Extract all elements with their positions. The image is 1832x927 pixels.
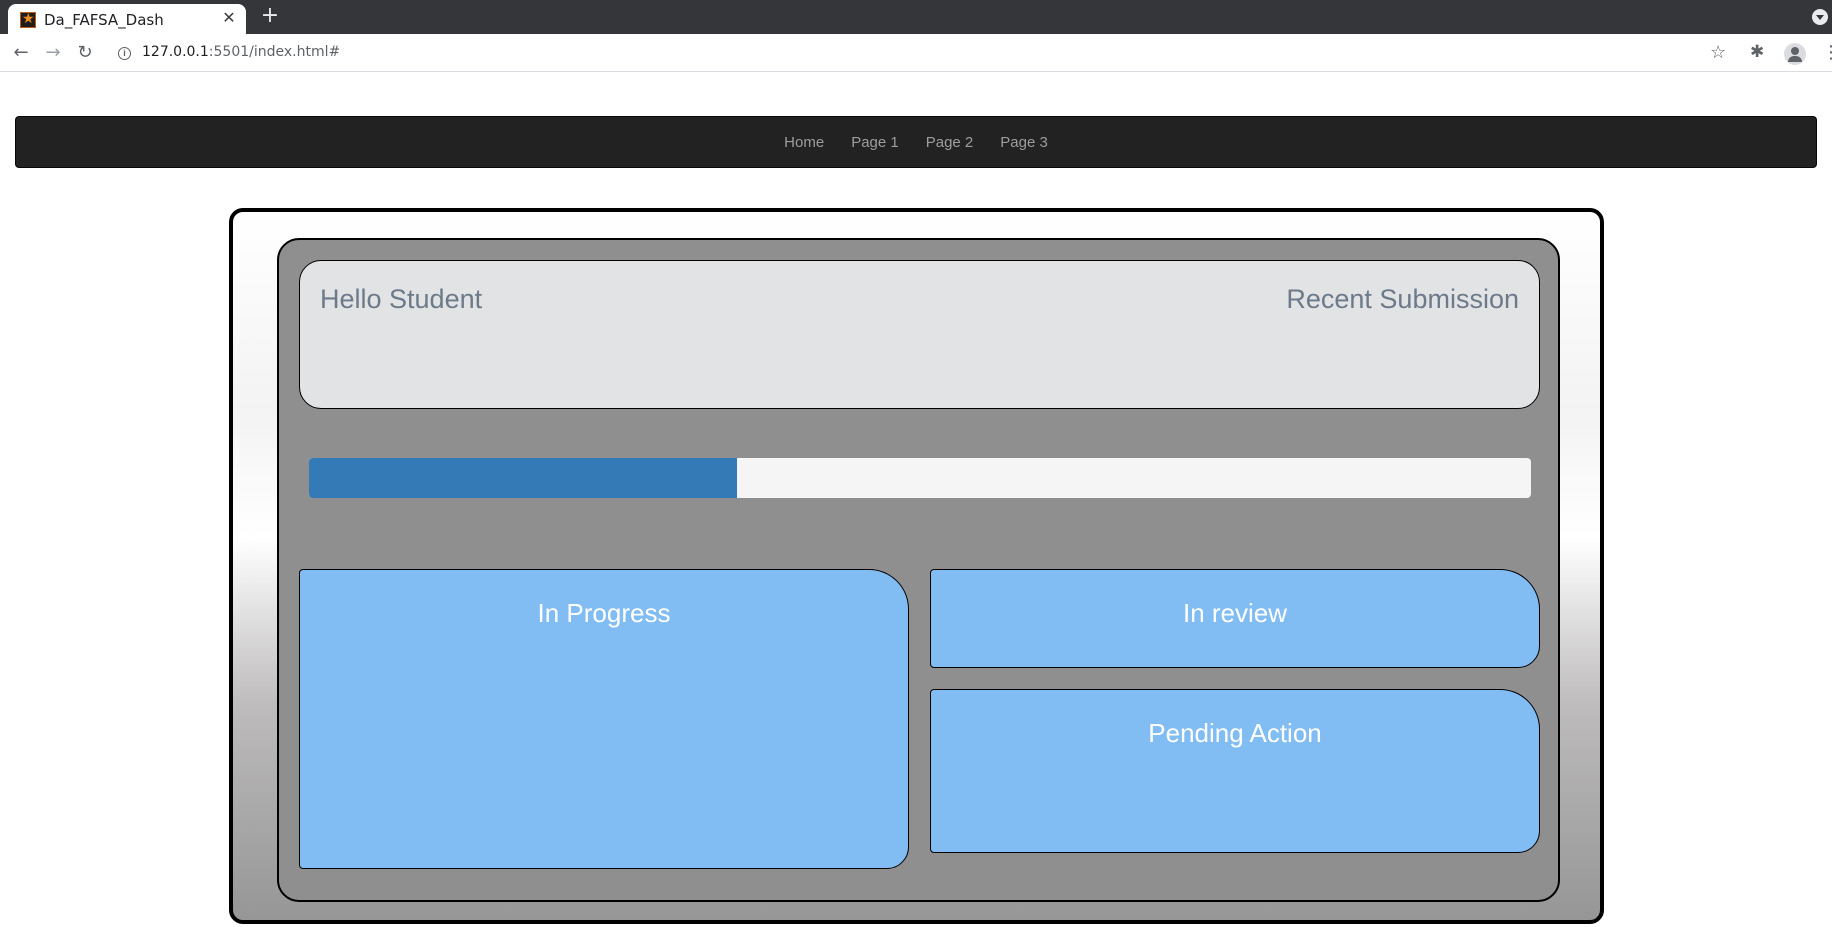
- in-progress-title: In Progress: [537, 598, 671, 628]
- in-review-title: In review: [1182, 598, 1288, 628]
- close-icon[interactable]: ✕: [220, 9, 238, 27]
- nav-link-home[interactable]: Home: [772, 134, 836, 151]
- star-icon[interactable]: ☆: [1710, 42, 1726, 63]
- puzzle-icon[interactable]: ✱: [1750, 42, 1764, 62]
- progress-bar: [309, 458, 1531, 498]
- nav-link-page-1[interactable]: Page 1: [839, 134, 911, 151]
- greeting-text: Hello Student: [320, 284, 483, 314]
- dashboard-outer-card: Hello Student Recent Submission In Progr…: [229, 208, 1604, 924]
- info-icon[interactable]: i: [118, 47, 131, 60]
- new-tab-button[interactable]: +: [258, 5, 282, 29]
- dashboard-inner-card: Hello Student Recent Submission In Progr…: [277, 238, 1560, 902]
- kebab-menu-icon[interactable]: ⋮: [1822, 42, 1832, 63]
- browser-tab-bar: Da_FAFSA_Dash ✕ +: [0, 0, 1832, 34]
- url-host: 127.0.0.1: [142, 44, 209, 60]
- arrow-right-icon[interactable]: →: [41, 41, 65, 65]
- browser-tab[interactable]: Da_FAFSA_Dash ✕: [8, 4, 246, 34]
- tab-search-button[interactable]: [1812, 9, 1828, 25]
- nav-link-page-2[interactable]: Page 2: [914, 134, 986, 151]
- recent-submission-label: Recent Submission: [1286, 284, 1519, 314]
- in-progress-panel[interactable]: In Progress: [299, 569, 909, 869]
- welcome-panel: Hello Student Recent Submission: [299, 260, 1540, 409]
- url-path: :5501/index.html#: [208, 44, 341, 60]
- navbar-links: Home Page 1 Page 2 Page 3: [16, 117, 1816, 167]
- arrow-left-icon[interactable]: ←: [9, 41, 33, 65]
- browser-toolbar: ← → ↻ i 127.0.0.1:5501/index.html# ☆ ✱ ⋮: [0, 34, 1832, 72]
- address-bar[interactable]: 127.0.0.1:5501/index.html#: [142, 44, 340, 60]
- nav-link-page-3[interactable]: Page 3: [988, 134, 1060, 151]
- reload-icon[interactable]: ↻: [73, 41, 97, 65]
- site-navbar: Home Page 1 Page 2 Page 3: [15, 116, 1817, 168]
- pending-action-title: Pending Action: [1148, 718, 1322, 748]
- star-favicon-icon: [20, 11, 36, 28]
- profile-icon[interactable]: [1784, 43, 1806, 65]
- in-review-panel[interactable]: In review: [930, 569, 1540, 668]
- tab-title: Da_FAFSA_Dash: [44, 11, 164, 29]
- pending-action-panel[interactable]: Pending Action: [930, 689, 1540, 853]
- progress-bar-fill: [309, 458, 737, 498]
